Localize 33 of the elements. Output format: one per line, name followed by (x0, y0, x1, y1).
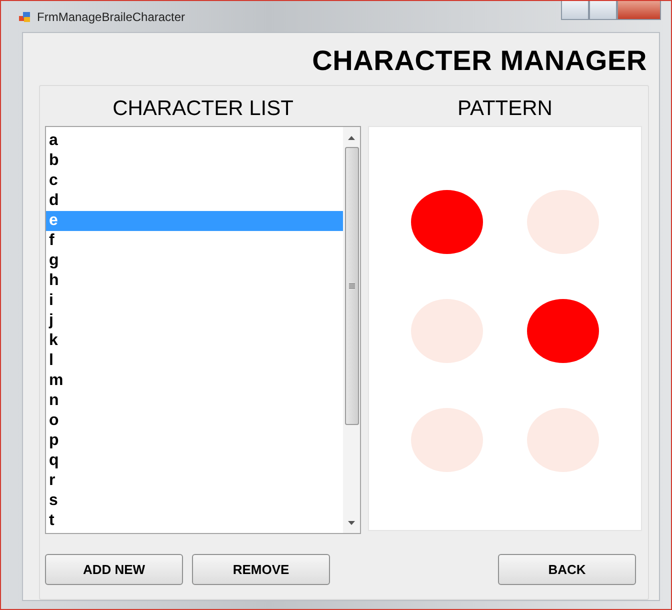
list-item[interactable]: t (46, 511, 343, 531)
minimize-button[interactable] (561, 1, 589, 20)
close-button[interactable] (617, 1, 661, 20)
list-item[interactable]: r (46, 471, 343, 491)
maximize-button[interactable] (589, 1, 617, 20)
list-item[interactable]: a (46, 131, 343, 151)
list-item[interactable]: l (46, 351, 343, 371)
list-item[interactable]: f (46, 231, 343, 251)
list-item[interactable]: b (46, 151, 343, 171)
window-title: FrmManageBraileCharacter (37, 10, 186, 24)
list-item[interactable]: h (46, 271, 343, 291)
action-button[interactable]: ADD NEW (45, 554, 183, 585)
list-item[interactable]: j (46, 311, 343, 331)
action-button[interactable]: REMOVE (192, 554, 330, 585)
list-item[interactable]: o (46, 411, 343, 431)
list-item[interactable]: m (46, 371, 343, 391)
pattern-label: PATTERN (456, 96, 554, 122)
scroll-thumb[interactable] (344, 147, 358, 425)
list-item[interactable]: i (46, 291, 343, 311)
list-item[interactable]: n (46, 391, 343, 411)
list-item[interactable]: c (46, 171, 343, 191)
character-list[interactable]: a b c d e f g h i j k l m n o p q r s t (45, 126, 361, 534)
list-item[interactable]: g (46, 251, 343, 271)
list-item[interactable]: k (46, 331, 343, 351)
page-heading: CHARACTER MANAGER (311, 45, 648, 77)
list-label: CHARACTER LIST (112, 96, 294, 122)
app-icon (19, 10, 31, 22)
list-item[interactable]: s (46, 491, 343, 511)
back-button[interactable]: BACK (498, 554, 636, 585)
list-item[interactable]: q (46, 451, 343, 471)
list-item[interactable]: p (46, 431, 343, 451)
scrollbar[interactable] (343, 127, 360, 533)
list-item[interactable]: d (46, 191, 343, 211)
